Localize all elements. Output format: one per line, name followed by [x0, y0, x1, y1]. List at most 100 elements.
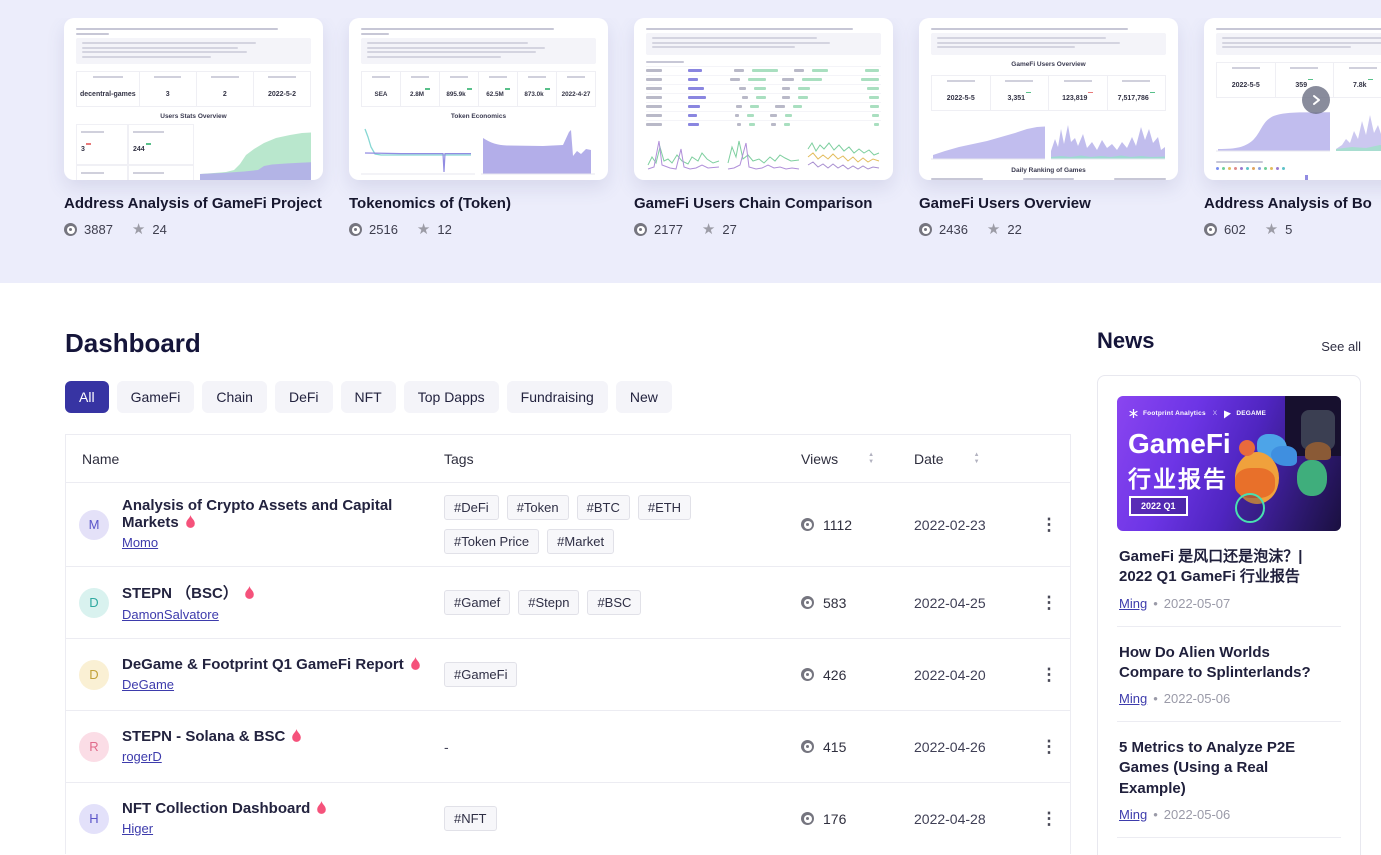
- tag-chip[interactable]: #Gamef: [444, 590, 511, 615]
- card-title[interactable]: Address Analysis of GameFi Project: [64, 195, 323, 212]
- news-date: 2022-05-06: [1163, 806, 1231, 822]
- thumb-section-title: GameFi Users Overview: [1011, 60, 1086, 68]
- tab-defi[interactable]: DeFi: [274, 381, 333, 413]
- author-link[interactable]: DeGame: [122, 677, 174, 692]
- card-title[interactable]: Tokenomics of (Token): [349, 195, 608, 212]
- star-icon: ★: [416, 221, 431, 237]
- card-stars: 5: [1285, 222, 1293, 237]
- thumb-stat-row: 2022-5-5 3,351 123,819 7,517,786: [931, 74, 1166, 111]
- thumb-note: [361, 38, 596, 64]
- news-author-link[interactable]: Ming: [1119, 691, 1147, 706]
- kebab-menu-icon[interactable]: ⋮: [1026, 809, 1072, 829]
- news-banner-image[interactable]: Footprint Analytics X DEGAME GameFi 行业报告…: [1117, 396, 1341, 531]
- tag-chip[interactable]: #Token: [506, 495, 569, 520]
- card-views: 602: [1224, 222, 1246, 237]
- filter-tabs: All GameFi Chain DeFi NFT Top Dapps Fund…: [65, 381, 1071, 413]
- row-date: 2022-04-25: [914, 594, 986, 611]
- column-header-tags: Tags: [444, 450, 474, 467]
- tab-chain[interactable]: Chain: [202, 381, 267, 413]
- card-title[interactable]: Address Analysis of Bo: [1204, 195, 1381, 212]
- news-item: GameFi 是风口还是泡沫？| 2022 Q1 GameFi 行业报告 Min…: [1117, 531, 1341, 626]
- tags-cell: #NFT: [444, 806, 776, 831]
- tab-gamefi[interactable]: GameFi: [116, 381, 195, 413]
- thumb-note: [646, 33, 881, 55]
- sort-views-button[interactable]: ▲ ▼: [866, 450, 876, 467]
- tag-chip[interactable]: #BSC: [587, 590, 642, 615]
- row-title-link[interactable]: NFT Collection Dashboard: [122, 800, 327, 817]
- kebab-menu-icon[interactable]: ⋮: [1026, 665, 1072, 685]
- author-link[interactable]: rogerD: [122, 749, 162, 764]
- tags-cell: #DeFi #Token #BTC #ETH #Token Price #Mar…: [444, 495, 776, 554]
- thumb-stat-row: decentral-games 3 2 2022-5-2: [76, 71, 311, 107]
- row-title-link[interactable]: STEPN - Solana & BSC: [122, 728, 302, 745]
- row-title-link[interactable]: DeGame & Footprint Q1 GameFi Report: [122, 656, 421, 673]
- meta-separator: •: [1153, 595, 1158, 611]
- avatar: H: [79, 803, 109, 834]
- dashboard-card: GameFi Users Chain Comparison 2177 ★ 27: [634, 18, 893, 237]
- star-icon: ★: [986, 221, 1001, 237]
- news-headline[interactable]: 5 Metrics to Analyze P2E Games (Using a …: [1119, 738, 1339, 799]
- tag-chip[interactable]: #NFT: [444, 806, 497, 831]
- row-date: 2022-02-23: [914, 516, 986, 533]
- dashboard-card-thumbnail[interactable]: 2022-5-5 359 7.8k: [1204, 18, 1381, 180]
- dashboard-card-thumbnail[interactable]: [634, 18, 893, 180]
- kebab-menu-icon[interactable]: ⋮: [1026, 593, 1072, 613]
- tag-chip[interactable]: #Token Price: [444, 529, 540, 554]
- table-header: Name Tags Views ▲ ▼ Date ▲ ▼: [66, 435, 1070, 482]
- meta-separator: •: [1153, 691, 1158, 706]
- tag-chip[interactable]: #Market: [547, 529, 615, 554]
- flame-icon: [244, 585, 255, 600]
- tag-chip[interactable]: #BTC: [576, 495, 630, 520]
- author-link[interactable]: Momo: [122, 535, 158, 550]
- tab-new[interactable]: New: [615, 381, 672, 413]
- kebab-menu-icon[interactable]: ⋮: [1026, 737, 1072, 757]
- avatar: M: [79, 509, 109, 540]
- news-item: How Do Alien Worlds Compare to Splinterl…: [1117, 625, 1341, 722]
- tab-fundraising[interactable]: Fundraising: [506, 381, 608, 413]
- news-headline[interactable]: How Do Alien Worlds Compare to Splinterl…: [1119, 643, 1339, 684]
- avatar: D: [79, 659, 109, 690]
- carousel-next-button[interactable]: [1302, 86, 1330, 114]
- dashboard-card-thumbnail[interactable]: GameFi Users Overview 2022-5-5 3,351 123…: [919, 18, 1178, 180]
- tag-chip[interactable]: #GameFi: [444, 662, 518, 687]
- tab-all[interactable]: All: [65, 381, 109, 413]
- see-all-link[interactable]: See all: [1321, 339, 1361, 354]
- sort-date-button[interactable]: ▲ ▼: [972, 450, 982, 467]
- eye-icon: [64, 223, 77, 236]
- featured-carousel: decentral-games 3 2 2022-5-2 Users Stats…: [0, 0, 1381, 283]
- news-author-link[interactable]: Ming: [1119, 596, 1147, 611]
- page-title: Dashboard: [65, 328, 201, 358]
- tab-top-dapps[interactable]: Top Dapps: [403, 381, 499, 413]
- author-link[interactable]: Higer: [122, 821, 153, 836]
- card-views: 2436: [939, 222, 968, 237]
- thumb-note: [76, 38, 311, 64]
- dashboard-card-thumbnail[interactable]: SEA 2.8M 895.9k 62.5M 873.0k 2022-4-27 T…: [349, 18, 608, 180]
- dashboard-card: SEA 2.8M 895.9k 62.5M 873.0k 2022-4-27 T…: [349, 18, 608, 237]
- row-views: 1112: [823, 516, 853, 533]
- card-title[interactable]: GameFi Users Overview: [919, 195, 1178, 212]
- tab-nft[interactable]: NFT: [340, 381, 396, 413]
- tags-cell: #GameFi: [444, 662, 776, 687]
- eye-icon: [349, 223, 362, 236]
- row-views: 583: [823, 594, 847, 611]
- news-title: News: [1097, 328, 1155, 353]
- dashboard-table: Name Tags Views ▲ ▼ Date ▲ ▼ M Analysis of…: [65, 434, 1071, 854]
- news-headline[interactable]: GameFi 是风口还是泡沫？| 2022 Q1 GameFi 行业报告: [1119, 547, 1339, 588]
- thumb-section-title: Token Economics: [450, 113, 507, 120]
- star-icon: ★: [701, 221, 716, 237]
- dashboard-card: 2022-5-5 359 7.8k Address Analysis of Bo…: [1204, 18, 1381, 237]
- row-title-link[interactable]: STEPN （BSC）: [122, 582, 255, 603]
- column-header-name: Name: [82, 450, 120, 467]
- news-author-link[interactable]: Ming: [1119, 807, 1147, 822]
- thumb-line-chart: [807, 141, 880, 170]
- tag-chip[interactable]: #DeFi: [444, 495, 499, 520]
- kebab-menu-icon[interactable]: ⋮: [1026, 515, 1072, 535]
- card-title[interactable]: GameFi Users Chain Comparison: [634, 195, 893, 212]
- tag-chip[interactable]: #Stepn: [518, 590, 580, 615]
- eye-icon: [801, 596, 814, 609]
- dashboard-card-thumbnail[interactable]: decentral-games 3 2 2022-5-2 Users Stats…: [64, 18, 323, 180]
- tags-cell: #Gamef #Stepn #BSC: [444, 590, 776, 615]
- tag-chip[interactable]: #ETH: [637, 495, 692, 520]
- row-title-link[interactable]: Analysis of Crypto Assets and Capital Ma…: [122, 497, 422, 531]
- author-link[interactable]: DamonSalvatore: [122, 607, 219, 622]
